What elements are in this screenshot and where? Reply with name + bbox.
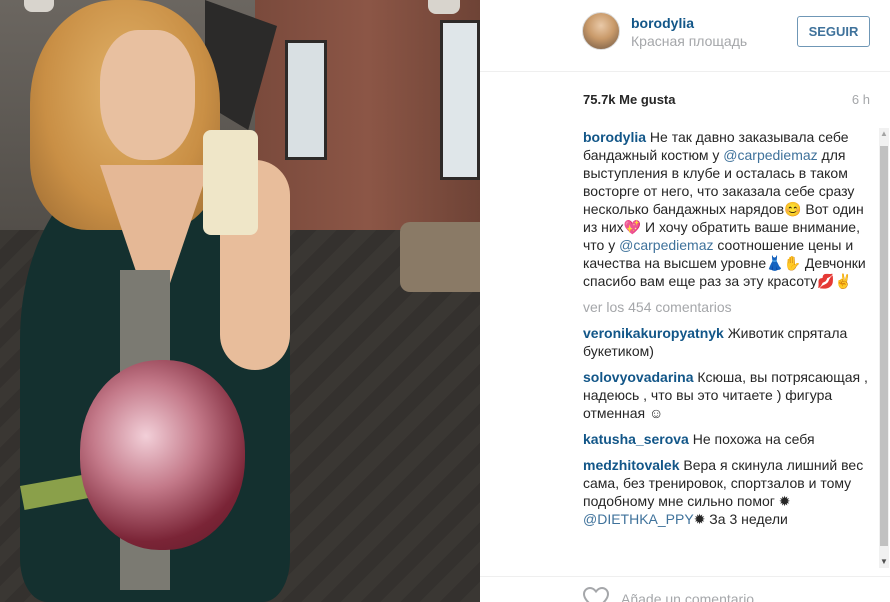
post-details-panel: borodylia Красная площадь SEGUIR 75.7k M… bbox=[480, 0, 890, 602]
post-photo[interactable] bbox=[0, 0, 480, 602]
comment-bar: Añade un comentario... bbox=[480, 576, 890, 602]
follow-button[interactable]: SEGUIR bbox=[797, 16, 870, 47]
phone bbox=[203, 130, 258, 235]
scroll-down-arrow-icon[interactable]: ▼ bbox=[879, 556, 889, 568]
sofa bbox=[400, 222, 480, 292]
flower-bouquet bbox=[80, 360, 245, 550]
likes-count[interactable]: 75.7k Me gusta bbox=[583, 92, 676, 107]
ceiling-lamp bbox=[428, 0, 460, 14]
comment: medzhitovalek Вера я скинула лишний вес … bbox=[583, 456, 873, 528]
view-all-comments-link[interactable]: ver los 454 comentarios bbox=[583, 298, 873, 316]
post-header: borodylia Красная площадь SEGUIR bbox=[480, 0, 890, 72]
mention-link[interactable]: @carpediemaz bbox=[619, 237, 713, 253]
window bbox=[285, 40, 327, 160]
comment-username[interactable]: veronikakuropyatnyk bbox=[583, 325, 724, 341]
comments-list: borodylia Не так давно заказывала себе б… bbox=[583, 128, 873, 568]
caption: borodylia Не так давно заказывала себе б… bbox=[583, 128, 873, 290]
scrollbar-thumb[interactable] bbox=[880, 146, 888, 546]
window bbox=[440, 20, 480, 180]
mention-link[interactable]: @carpediemaz bbox=[723, 147, 817, 163]
post-meta: 75.7k Me gusta 6 h bbox=[583, 92, 870, 112]
face bbox=[100, 30, 195, 160]
location-link[interactable]: Красная площадь bbox=[631, 33, 747, 49]
comment-text: ✹ За 3 недели bbox=[693, 511, 788, 527]
comment: katusha_serova Не похожа на себя bbox=[583, 430, 873, 448]
username-link[interactable]: borodylia bbox=[631, 15, 694, 31]
comment: solovyovadarina Ксюша, вы потрясающая , … bbox=[583, 368, 873, 422]
heart-icon[interactable] bbox=[583, 587, 609, 602]
comment-username[interactable]: katusha_serova bbox=[583, 431, 689, 447]
ceiling-lamp bbox=[24, 0, 54, 12]
comments-scrollbar[interactable]: ▲ ▼ bbox=[879, 128, 889, 568]
post-time[interactable]: 6 h bbox=[852, 92, 870, 107]
scroll-up-arrow-icon[interactable]: ▲ bbox=[879, 128, 889, 140]
mention-link[interactable]: @DIETHKA_PPY bbox=[583, 511, 694, 527]
avatar[interactable] bbox=[582, 12, 620, 50]
add-comment-input[interactable]: Añade un comentario... bbox=[621, 591, 766, 602]
comment: veronikakuropyatnyk Животик спрятала бук… bbox=[583, 324, 873, 360]
comment-username[interactable]: medzhitovalek bbox=[583, 457, 679, 473]
comment-text: Не похожа на себя bbox=[692, 431, 815, 447]
comment-username[interactable]: borodylia bbox=[583, 129, 646, 145]
comment-username[interactable]: solovyovadarina bbox=[583, 369, 694, 385]
